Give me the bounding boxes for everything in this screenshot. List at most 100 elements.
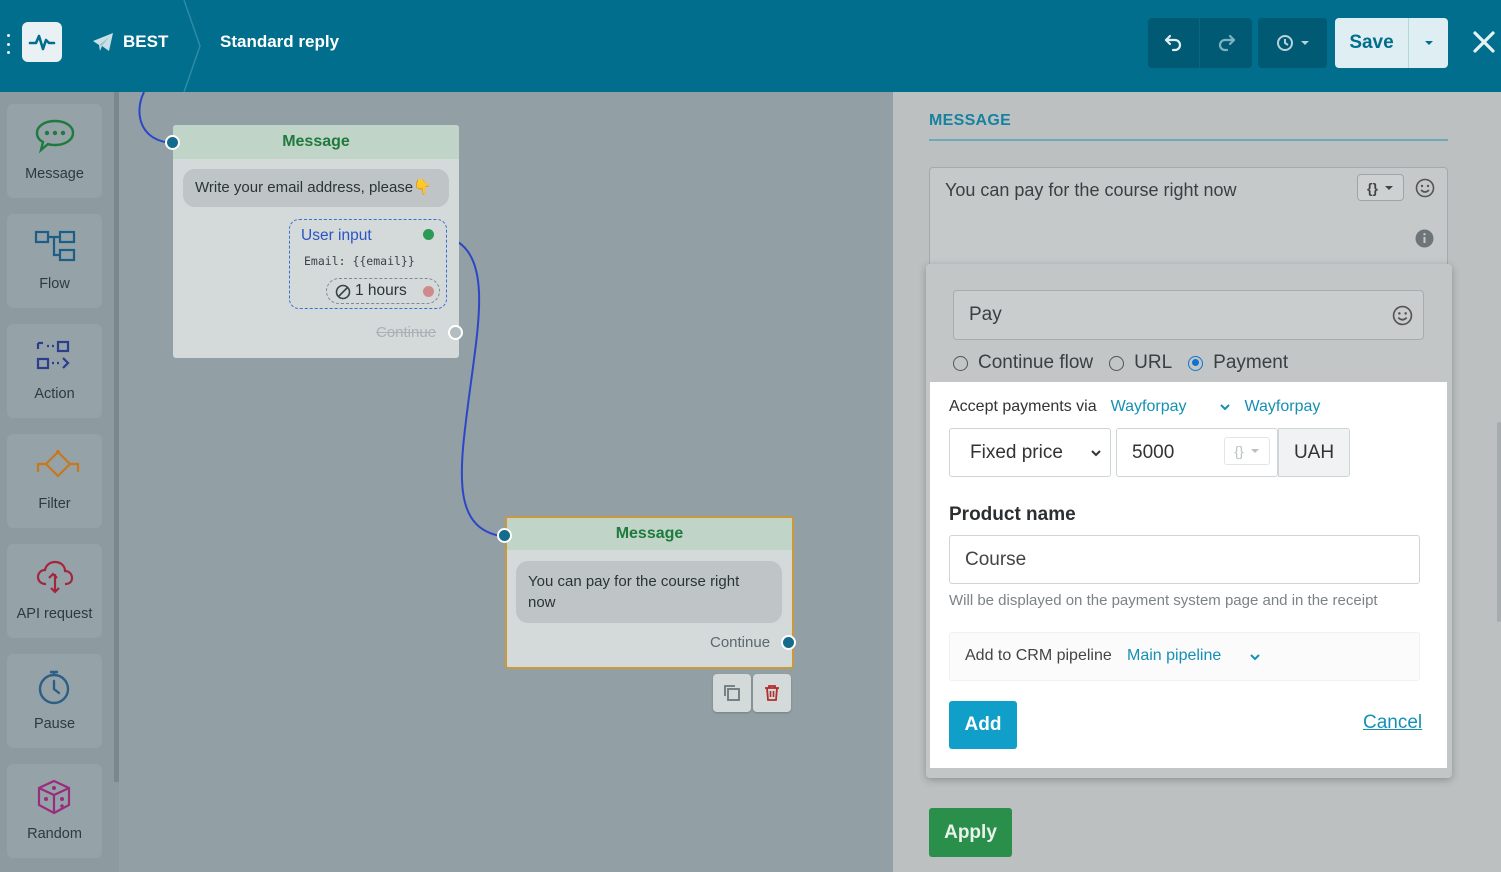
user-input-label: User input [301, 227, 372, 244]
product-name-input[interactable]: Course [949, 535, 1420, 584]
breadcrumb-bot-name[interactable]: BEST [123, 32, 168, 52]
no-entry-icon [335, 284, 351, 300]
tool-label: Flow [39, 276, 70, 292]
save-group: Save [1335, 18, 1448, 68]
chevron-down-icon [1250, 449, 1259, 453]
close-button[interactable] [1468, 26, 1500, 58]
panel-scrollbar[interactable] [1497, 422, 1501, 622]
insert-variable-button[interactable]: {} [1357, 174, 1404, 201]
filter-icon [36, 450, 80, 478]
tool-pause[interactable]: Pause [7, 654, 102, 748]
user-input-connector[interactable] [421, 227, 436, 242]
tool-label: Filter [38, 496, 71, 512]
radio-button-selected[interactable] [1188, 355, 1204, 371]
message-text-line: You can pay for the course right [528, 573, 740, 590]
tool-label: Action [34, 386, 75, 402]
continue-connector[interactable] [448, 325, 463, 340]
radio-label: URL [1134, 352, 1173, 373]
apply-button[interactable]: Apply [929, 808, 1012, 857]
continue-label: Continue [376, 324, 437, 341]
info-icon[interactable] [1415, 229, 1434, 248]
panel-title-underline [929, 139, 1448, 141]
input-connector[interactable] [497, 528, 512, 543]
tool-label: Pause [33, 716, 76, 732]
input-connector[interactable] [165, 135, 180, 150]
tool-api-request[interactable]: API request [7, 544, 102, 638]
chat-bubble-icon [35, 119, 75, 154]
provider-dropdown[interactable]: Wayforpay [1111, 398, 1187, 416]
pointing-down-emoji: 👇 [413, 179, 432, 196]
price-type-select[interactable]: Fixed price [949, 428, 1111, 477]
save-options-button[interactable] [1409, 18, 1448, 68]
message-text: You can pay for the course right now [945, 180, 1237, 200]
continue-connector[interactable] [781, 635, 796, 650]
radio-continue-flow[interactable]: Continue flow [953, 352, 1093, 374]
telegram-icon [93, 33, 113, 51]
chevron-down-icon[interactable] [1219, 402, 1231, 412]
cloud-api-icon [36, 560, 74, 594]
button-type-radio-group: Continue flow URL Payment [953, 352, 1304, 374]
radio-url[interactable]: URL [1109, 352, 1172, 374]
radio-payment[interactable]: Payment [1188, 352, 1288, 374]
tool-action[interactable]: Action [7, 324, 102, 418]
timeout-connector[interactable] [421, 284, 436, 299]
panel-title: MESSAGE [929, 112, 1012, 129]
currency-label: UAH [1278, 428, 1350, 477]
tool-filter[interactable]: Filter [7, 434, 102, 528]
crm-pipeline-row: Add to CRM pipeline Main pipeline [949, 632, 1420, 681]
top-bar: BEST Standard reply Save [0, 0, 1501, 92]
message-bubble[interactable]: Write your email address, please👇 [183, 169, 449, 207]
flow-canvas[interactable]: Message Write your email address, please… [119, 92, 893, 872]
button-editor-popup: Pay Continue flow URL Payment Accept pay… [926, 264, 1452, 778]
delete-node-button[interactable] [753, 674, 791, 712]
message-node-selected[interactable]: Message You can pay for the course right… [497, 516, 796, 669]
user-input-block[interactable]: User input Email: {{email}} 1 hours [289, 219, 447, 309]
amount-variable-button[interactable]: {} [1224, 437, 1270, 465]
message-textarea[interactable]: You can pay for the course right now {} [929, 167, 1448, 267]
radio-button[interactable] [953, 355, 968, 371]
tool-message[interactable]: Message [7, 104, 102, 198]
chevron-down-icon [1091, 450, 1101, 457]
chevron-down-icon [1300, 41, 1309, 45]
cancel-link[interactable]: Cancel [1363, 712, 1422, 734]
user-input-variable: Email: {{email}} [304, 254, 415, 268]
message-text-line: now [528, 594, 556, 611]
pulse-logo-icon[interactable] [22, 22, 62, 62]
undo-button[interactable] [1148, 18, 1200, 68]
breadcrumb-separator [183, 0, 201, 92]
history-dropdown[interactable] [1258, 18, 1327, 68]
redo-button[interactable] [1200, 18, 1252, 68]
page-title: Standard reply [220, 32, 340, 51]
chevron-down-icon [1384, 185, 1393, 190]
radio-button[interactable] [1109, 355, 1125, 371]
flow-icon [34, 230, 76, 262]
continue-label: Continue [710, 634, 771, 651]
action-icon [36, 340, 70, 370]
message-text: Write your email address, please [195, 179, 414, 196]
variable-braces-icon: {} [1367, 179, 1378, 196]
message-bubble[interactable]: You can pay for the course right now [516, 561, 782, 623]
tool-flow[interactable]: Flow [7, 214, 102, 308]
product-name-hint: Will be displayed on the payment system … [949, 592, 1378, 609]
dice-icon [37, 779, 71, 815]
chevron-down-icon[interactable] [1249, 652, 1261, 662]
tool-label: API request [16, 606, 93, 622]
duplicate-node-button[interactable] [713, 674, 751, 712]
emoji-icon[interactable] [1415, 178, 1435, 198]
tool-label: Message [25, 166, 84, 182]
tool-label: Random [27, 826, 82, 842]
message-node[interactable]: Message Write your email address, please… [165, 125, 463, 358]
tool-random[interactable]: Random [7, 764, 102, 858]
radio-label: Continue flow [978, 352, 1094, 373]
amount-input[interactable]: 5000 {} [1116, 428, 1278, 477]
provider-settings-link[interactable]: Wayforpay [1245, 398, 1321, 416]
button-text-input[interactable]: Pay [953, 290, 1424, 340]
price-type-value: Fixed price [970, 442, 1063, 463]
node-title: Message [507, 518, 792, 550]
undo-redo-group [1148, 18, 1252, 68]
emoji-icon[interactable] [1392, 305, 1413, 326]
more-menu-icon[interactable] [6, 34, 10, 54]
save-button[interactable]: Save [1335, 18, 1409, 68]
add-button[interactable]: Add [949, 701, 1017, 749]
crm-pipeline-dropdown[interactable]: Main pipeline [1127, 647, 1221, 665]
